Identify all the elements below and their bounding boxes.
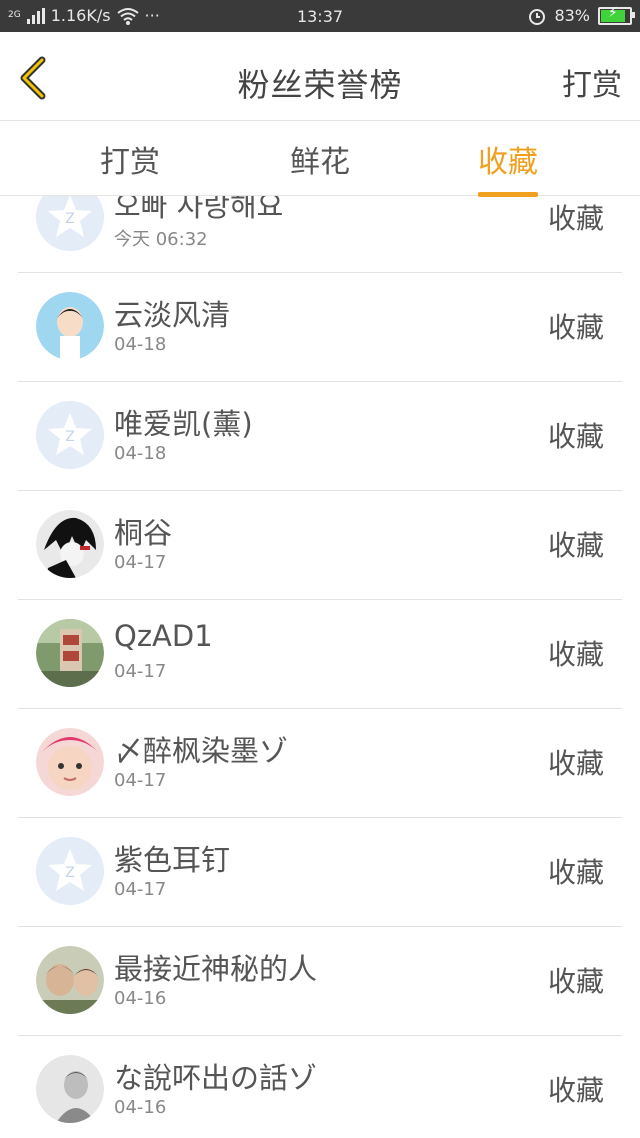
fan-action: 收藏: [547, 747, 604, 780]
avatar: [36, 292, 104, 360]
fan-date: 04-17: [114, 661, 167, 682]
cartoon-boy-avatar: [36, 292, 104, 360]
fan-name: 最接近神秘的人: [114, 952, 318, 986]
list-item[interactable]: 〆醉枫染墨ゾ 04-17 收藏: [18, 708, 622, 818]
qq-star-icon: Z: [36, 401, 104, 469]
avatar: [36, 510, 104, 578]
fan-date: 今天 06:32: [114, 229, 208, 250]
avatar: Z: [36, 401, 104, 469]
couple-photo-avatar: [36, 946, 104, 1014]
fan-date: 04-17: [114, 879, 167, 900]
fan-name: 桐谷: [114, 516, 173, 550]
battery-percent: 83%: [554, 6, 590, 25]
avatar: [36, 946, 104, 1014]
list-item[interactable]: Z 唯爱凯(薰) 04-18 收藏: [18, 381, 622, 491]
list-item[interactable]: Z 紫色耳钉 04-17 收藏: [18, 817, 622, 927]
avatar: [36, 1055, 104, 1123]
list-item[interactable]: な說吥出の話ゾ 04-16 收藏: [18, 1035, 622, 1138]
list-item[interactable]: Z 오빠 사랑해요 今天 06:32 收藏: [18, 196, 622, 273]
fan-date: 04-17: [114, 770, 167, 791]
fan-action: 收藏: [547, 638, 604, 671]
stone-photo-avatar: [36, 619, 104, 687]
avatar: [36, 728, 104, 796]
battery-icon: ⚡: [598, 5, 635, 25]
svg-text:Z: Z: [65, 211, 75, 227]
list-item[interactable]: 桐谷 04-17 收藏: [18, 490, 622, 600]
list-item[interactable]: 最接近神秘的人 04-16 收藏: [18, 926, 622, 1036]
reward-button[interactable]: 打赏: [562, 60, 622, 104]
svg-text:Z: Z: [65, 429, 75, 445]
status-bar: 2G 1.16K/s ··· 13:37 83% ⚡: [0, 0, 640, 32]
tab-bar: 打赏 鲜花 收藏: [0, 121, 640, 197]
tab-flowers[interactable]: 鲜花: [290, 137, 350, 181]
bw-photo-avatar: [36, 1055, 104, 1123]
avatar: Z: [36, 837, 104, 905]
fans-list: Z 오빠 사랑해요 今天 06:32 收藏 云淡风清 04-18 收藏 Z 唯爱…: [0, 196, 640, 1138]
fan-name: な說吥出の話ゾ: [114, 1061, 318, 1095]
tab-reward[interactable]: 打赏: [100, 137, 160, 181]
fan-action: 收藏: [547, 311, 604, 344]
fan-name: 紫色耳钉: [114, 843, 231, 877]
qq-star-icon: Z: [36, 196, 104, 251]
fan-name: 云淡风清: [114, 298, 231, 332]
status-right: 83% ⚡: [528, 5, 635, 25]
tab-label: 打赏: [100, 145, 160, 180]
fan-date: 04-16: [114, 1097, 167, 1118]
fan-action: 收藏: [547, 529, 604, 562]
page-title: 粉丝荣誉榜: [237, 66, 403, 104]
tab-label: 收藏: [478, 145, 538, 180]
fan-name: QzAD1: [114, 619, 213, 653]
fan-action: 收藏: [547, 965, 604, 998]
fan-date: 04-17: [114, 552, 167, 573]
alarm-icon: [529, 8, 546, 25]
qq-star-icon: Z: [36, 837, 104, 905]
child-photo-avatar: [36, 728, 104, 796]
fan-name: 오빠 사랑해요: [114, 196, 284, 223]
list-item[interactable]: 云淡风清 04-18 收藏: [18, 272, 622, 382]
avatar: Z: [36, 196, 104, 251]
fan-action: 收藏: [547, 202, 604, 235]
header-bar: 粉丝荣誉榜 打赏: [0, 32, 640, 121]
svg-text:Z: Z: [65, 865, 75, 881]
fan-date: 04-18: [114, 443, 167, 464]
fan-action: 收藏: [547, 420, 604, 453]
fan-action: 收藏: [547, 1074, 604, 1107]
fan-name: 〆醉枫染墨ゾ: [114, 734, 289, 768]
fan-date: 04-16: [114, 988, 167, 1009]
tab-label: 鲜花: [290, 145, 350, 180]
fan-date: 04-18: [114, 334, 167, 355]
tab-collect[interactable]: 收藏: [478, 137, 538, 197]
anime-avatar: [36, 510, 104, 578]
fan-name: 唯爱凯(薰): [114, 407, 253, 441]
avatar: [36, 619, 104, 687]
list-item[interactable]: QzAD1 04-17 收藏: [18, 599, 622, 709]
fan-action: 收藏: [547, 856, 604, 889]
